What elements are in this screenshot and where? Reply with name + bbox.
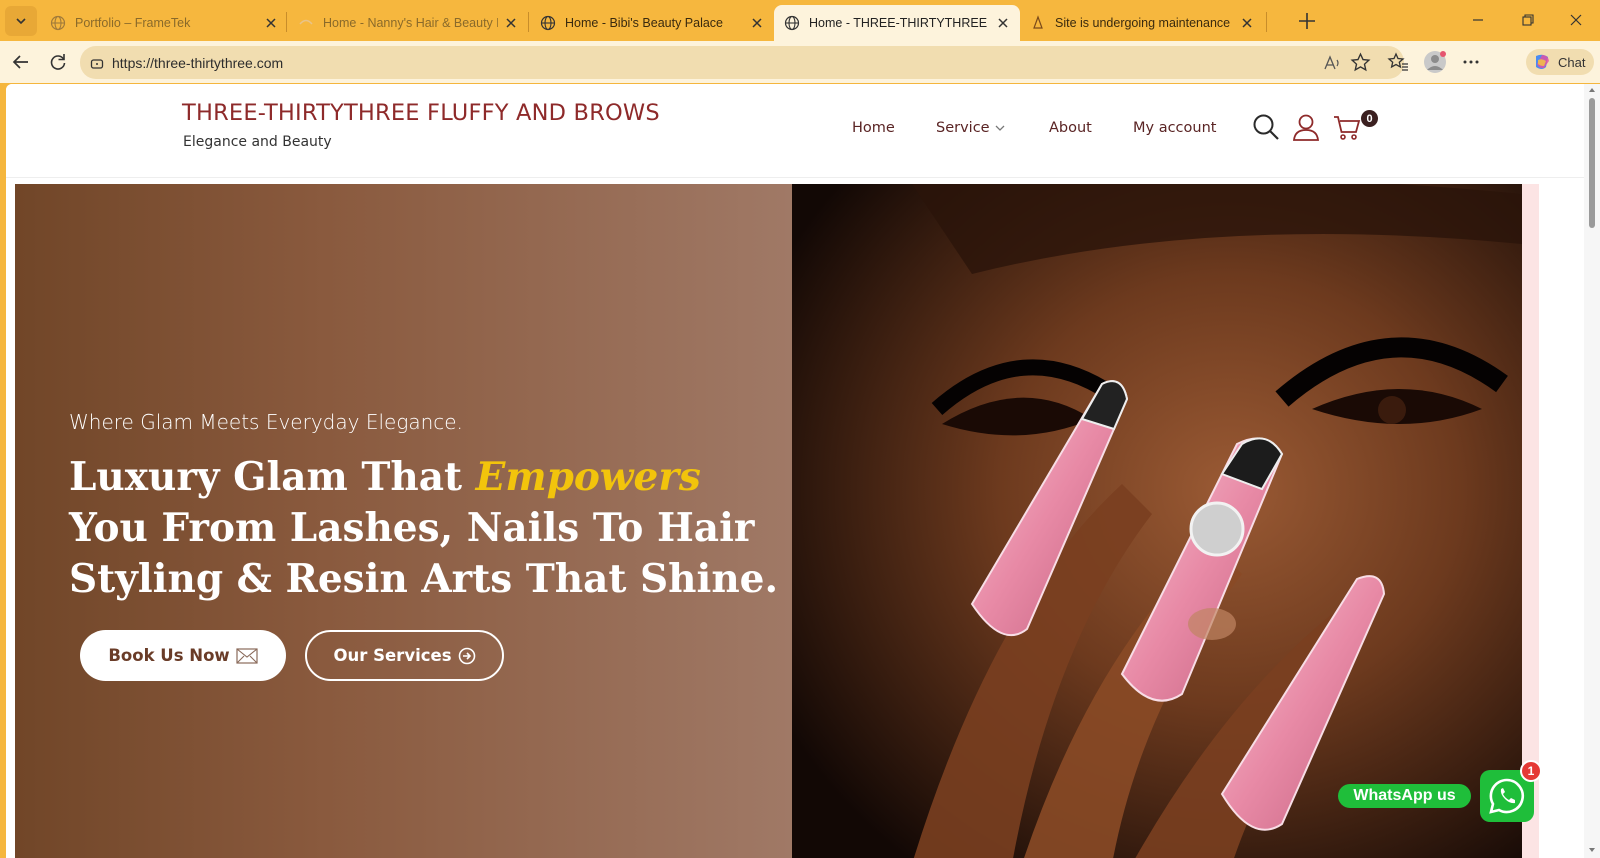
more-options-icon[interactable] bbox=[1460, 51, 1482, 73]
minimize-icon[interactable] bbox=[1468, 10, 1488, 30]
read-aloud-icon[interactable] bbox=[1322, 53, 1342, 73]
restore-icon[interactable] bbox=[1518, 10, 1538, 30]
url-text[interactable]: https://three-thirtythree.com bbox=[112, 55, 283, 71]
book-button-label: Book Us Now bbox=[108, 646, 230, 665]
envelope-icon bbox=[236, 647, 258, 664]
nav-about-label: About bbox=[1049, 120, 1092, 136]
search-icon[interactable] bbox=[1251, 112, 1281, 142]
book-us-now-button[interactable]: Book Us Now bbox=[80, 630, 286, 681]
site-brand-title[interactable]: THREE-THIRTYTHREE FLUFFY AND BROWS bbox=[182, 100, 660, 126]
hero-headline: Luxury Glam That Empowers You From Lashe… bbox=[69, 452, 779, 605]
browser-tab-4-active[interactable]: Home - THREE-THIRTYTHREE FLUF bbox=[774, 5, 1020, 41]
nav-service-label: Service bbox=[936, 120, 990, 136]
close-icon[interactable] bbox=[1240, 16, 1254, 30]
tab-title: Portfolio – FrameTek bbox=[75, 16, 191, 30]
cart-count-badge: 0 bbox=[1361, 110, 1378, 127]
scrollbar-thumb[interactable] bbox=[1589, 98, 1595, 228]
browser-tab-5[interactable]: Site is undergoing maintenance bbox=[1020, 5, 1264, 41]
browser-toolbar: https://three-thirtythree.com Chat bbox=[0, 41, 1600, 83]
refresh-icon[interactable] bbox=[47, 51, 69, 73]
globe-icon bbox=[784, 15, 800, 31]
nav-account-label: My account bbox=[1133, 120, 1217, 136]
browser-tab-2[interactable]: Home - Nanny's Hair & Beauty Lo bbox=[288, 5, 528, 41]
copilot-chat-button[interactable]: Chat bbox=[1526, 49, 1594, 75]
our-services-button[interactable]: Our Services bbox=[305, 630, 504, 681]
headline-part-1: Luxury Glam That bbox=[69, 454, 476, 500]
tab-actions-menu-button[interactable] bbox=[5, 5, 37, 36]
nav-home-label: Home bbox=[852, 120, 895, 136]
whatsapp-us-label[interactable]: WhatsApp us bbox=[1338, 784, 1471, 808]
nav-home[interactable]: Home bbox=[852, 120, 895, 136]
user-account-icon[interactable] bbox=[1291, 112, 1321, 142]
whatsapp-icon bbox=[1489, 778, 1525, 814]
chat-label: Chat bbox=[1558, 54, 1586, 70]
whatsapp-notification-badge: 1 bbox=[1520, 760, 1542, 782]
globe-icon bbox=[540, 15, 556, 31]
hero-eyebrow-text: Where Glam Meets Everyday Elegance. bbox=[69, 410, 463, 434]
shopping-cart-icon[interactable] bbox=[1332, 112, 1362, 142]
nav-about[interactable]: About bbox=[1049, 120, 1092, 136]
browser-tab-1[interactable]: Portfolio – FrameTek bbox=[40, 5, 288, 41]
tab-title: Site is undergoing maintenance bbox=[1055, 16, 1231, 30]
site-favicon-icon bbox=[299, 19, 313, 25]
arrow-circle-right-icon bbox=[458, 647, 475, 664]
tab-title: Home - THREE-THIRTYTHREE FLUF bbox=[809, 16, 990, 30]
scroll-down-arrow-icon[interactable] bbox=[1588, 846, 1596, 854]
chevron-down-icon bbox=[995, 125, 1005, 131]
site-header: THREE-THIRTYTHREE FLUFFY AND BROWS Elega… bbox=[6, 84, 1584, 178]
close-icon[interactable] bbox=[996, 16, 1010, 30]
site-tagline: Elegance and Beauty bbox=[183, 134, 332, 150]
window-close-icon[interactable] bbox=[1566, 10, 1586, 30]
nav-my-account[interactable]: My account bbox=[1133, 120, 1216, 136]
close-icon[interactable] bbox=[750, 16, 764, 30]
headline-part-2: You From Lashes, Nails To Hair Styling &… bbox=[69, 505, 779, 602]
favorite-star-icon[interactable] bbox=[1350, 52, 1371, 73]
favorites-list-icon[interactable] bbox=[1387, 51, 1409, 73]
chevron-down-icon bbox=[16, 17, 26, 24]
copilot-icon bbox=[1536, 54, 1549, 69]
address-bar[interactable]: https://three-thirtythree.com bbox=[80, 46, 1404, 79]
maintenance-favicon-icon bbox=[1033, 15, 1043, 29]
site-info-lock-icon[interactable] bbox=[89, 55, 105, 71]
close-icon[interactable] bbox=[504, 16, 518, 30]
new-tab-plus-icon[interactable] bbox=[1296, 10, 1318, 32]
services-button-label: Our Services bbox=[333, 646, 452, 665]
tab-title: Home - Nanny's Hair & Beauty Lo bbox=[323, 16, 498, 30]
hero-image-nails-closeup bbox=[792, 184, 1522, 858]
nav-service[interactable]: Service bbox=[936, 120, 1006, 136]
back-arrow-icon[interactable] bbox=[10, 51, 32, 73]
headline-emphasis: Empowers bbox=[475, 454, 701, 500]
hero-photo-illustration bbox=[792, 184, 1522, 858]
tab-divider bbox=[286, 12, 287, 32]
tab-divider bbox=[528, 12, 529, 32]
close-icon[interactable] bbox=[264, 16, 278, 30]
tab-divider bbox=[1266, 12, 1267, 32]
tab-title: Home - Bibi's Beauty Palace bbox=[565, 16, 724, 30]
globe-icon bbox=[50, 15, 66, 31]
browser-tab-3[interactable]: Home - Bibi's Beauty Palace bbox=[530, 5, 774, 41]
page-viewport: THREE-THIRTYTHREE FLUFFY AND BROWS Elega… bbox=[6, 84, 1600, 858]
scroll-up-arrow-icon[interactable] bbox=[1588, 86, 1596, 94]
profile-avatar-icon[interactable] bbox=[1423, 50, 1447, 74]
